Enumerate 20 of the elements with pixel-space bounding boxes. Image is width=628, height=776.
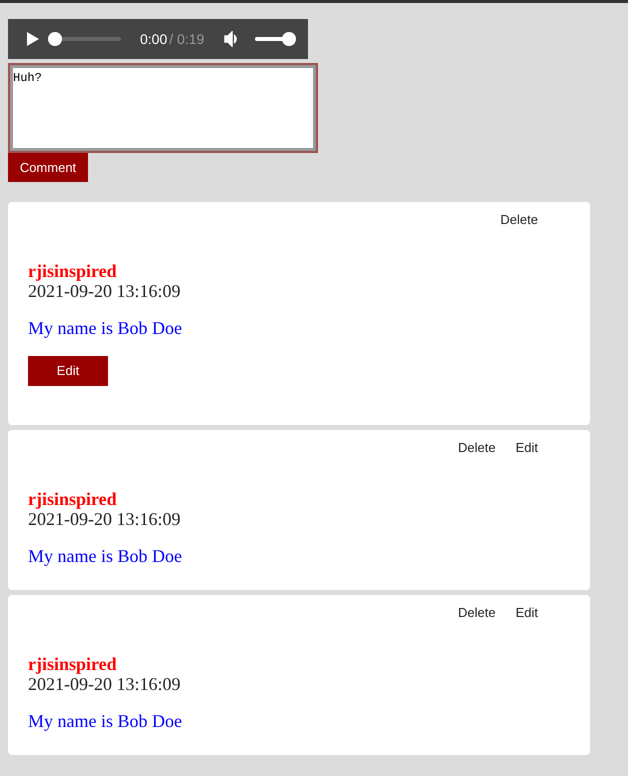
comment-text: My name is Bob Doe — [28, 317, 183, 340]
edit-link[interactable]: Edit — [516, 603, 538, 621]
comment-field[interactable]: Huh? — [8, 63, 318, 153]
comment-timestamp: 2021-09-20 13:16:09 — [28, 509, 182, 529]
comment-text: My name is Bob Doe — [28, 710, 183, 733]
comment-button[interactable]: Comment — [8, 153, 88, 182]
edit-link[interactable]: Edit — [516, 438, 538, 456]
current-time: 0:00 — [140, 30, 168, 48]
delete-link[interactable]: Delete — [458, 603, 496, 621]
delete-link[interactable]: Delete — [500, 210, 538, 228]
comment-text: My name is Bob Doe — [28, 545, 183, 568]
comment-author: rjisinspired — [28, 489, 118, 509]
comment-timestamp: 2021-09-20 13:16:09 — [28, 674, 182, 694]
comment-author: rjisinspired — [28, 261, 118, 281]
duration: / 0:19 — [169, 30, 204, 48]
delete-link[interactable]: Delete — [458, 438, 496, 456]
play-icon[interactable] — [26, 31, 40, 47]
edit-button[interactable]: Edit — [28, 356, 108, 386]
comment-timestamp: 2021-09-20 13:16:09 — [28, 281, 182, 301]
comment-author: rjisinspired — [28, 654, 118, 674]
